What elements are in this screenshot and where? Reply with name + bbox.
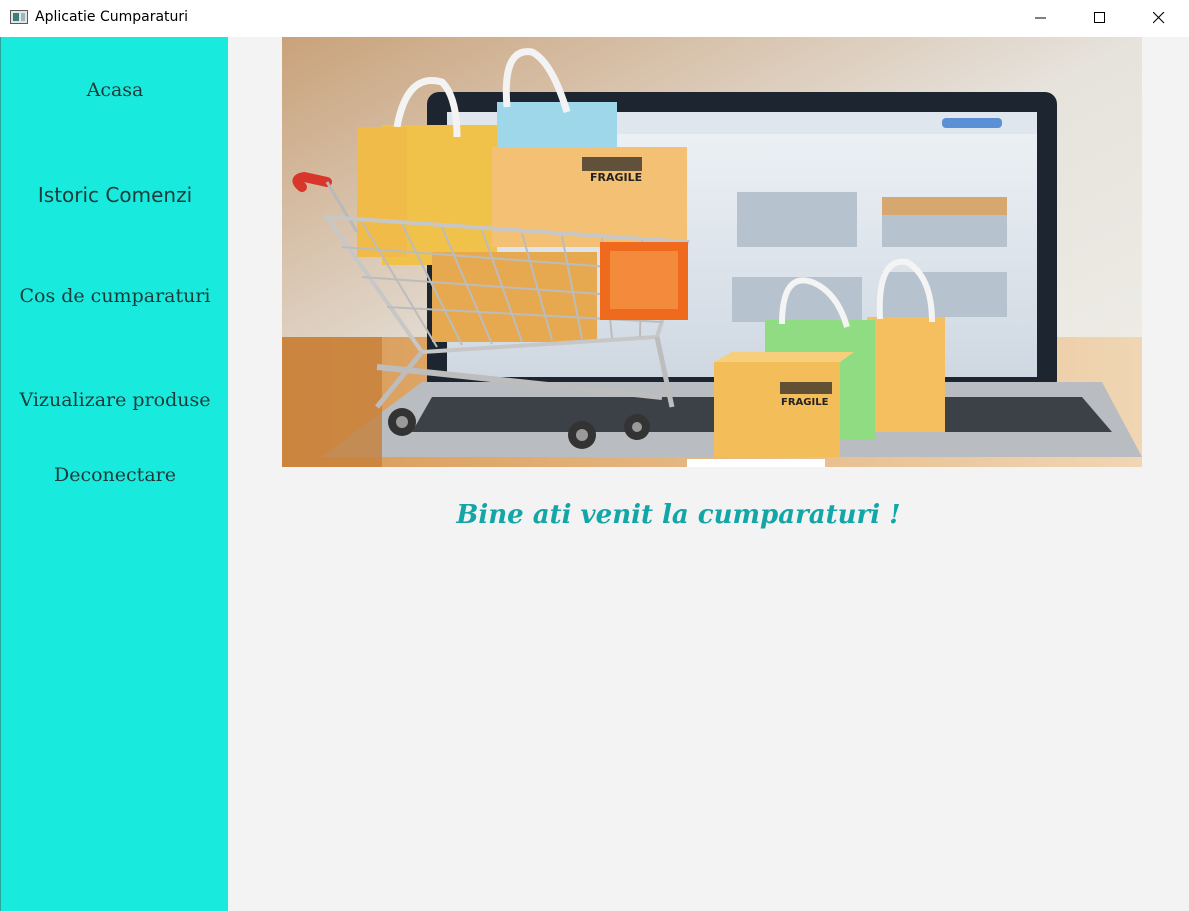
sidebar-item-acasa[interactable]: Acasa: [1, 79, 229, 101]
maximize-icon: [1094, 12, 1105, 23]
title-bar: Aplicatie Cumparaturi: [0, 0, 1189, 37]
close-button[interactable]: [1130, 0, 1188, 37]
minimize-button[interactable]: [1012, 0, 1070, 37]
sidebar-item-cos-de-cumparaturi[interactable]: Cos de cumparaturi: [1, 285, 229, 307]
welcome-message: Bine ati venit la cumparaturi !: [456, 500, 901, 530]
sidebar-nav: Acasa Istoric Comenzi Cos de cumparaturi…: [0, 37, 228, 911]
box-label-fragile: FRAGILE: [590, 171, 642, 184]
box-label-fragile: FRAGILE: [781, 397, 829, 408]
minimize-icon: [1035, 17, 1046, 19]
app-icon: [10, 10, 28, 24]
sidebar-item-deconectare[interactable]: Deconectare: [1, 464, 229, 486]
sidebar-item-vizualizare-produse[interactable]: Vizualizare produse: [1, 389, 229, 411]
hero-image: FRAGILE FRAGILE: [282, 37, 1142, 467]
window-title: Aplicatie Cumparaturi: [35, 9, 189, 25]
sidebar-item-istoric-comenzi[interactable]: Istoric Comenzi: [1, 183, 229, 207]
maximize-button[interactable]: [1071, 0, 1129, 37]
close-icon: [1153, 12, 1165, 24]
